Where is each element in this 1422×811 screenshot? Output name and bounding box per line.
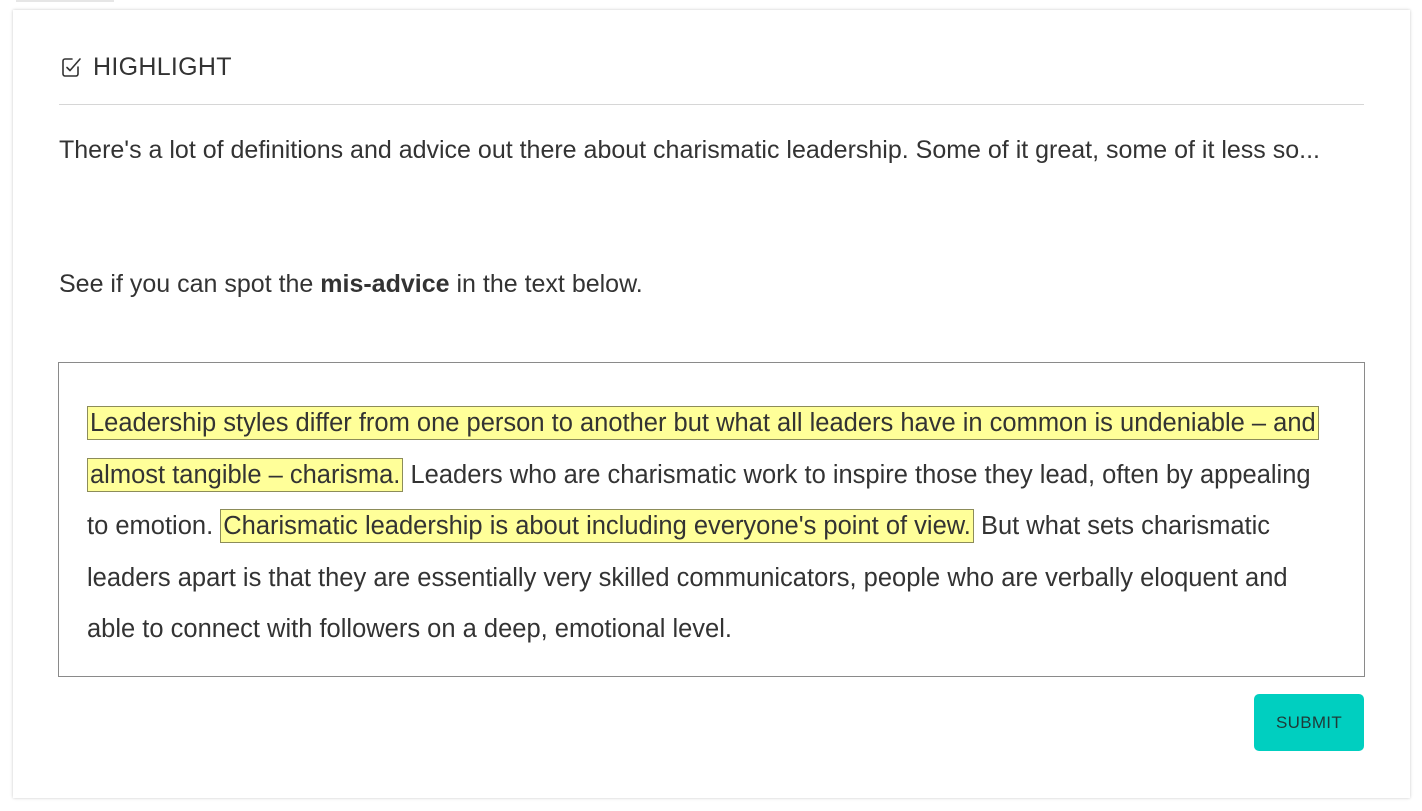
card-header: HIGHLIGHT xyxy=(59,50,232,84)
top-tab-indicator xyxy=(16,0,114,2)
highlight-text-box: Leadership styles differ from one person… xyxy=(58,362,1365,677)
submit-button[interactable]: SUBMIT xyxy=(1254,694,1364,751)
instruction-bold: mis-advice xyxy=(320,270,450,298)
checkbox-edit-icon xyxy=(59,55,83,79)
passage-segment-highlighted[interactable]: Charismatic leadership is about includin… xyxy=(220,509,974,543)
highlight-card: HIGHLIGHT There's a lot of definitions a… xyxy=(13,10,1410,798)
header-divider xyxy=(59,104,1364,105)
intro-text: There's a lot of definitions and advice … xyxy=(59,136,1320,164)
instruction-before: See if you can spot the xyxy=(59,270,321,298)
instruction-text: See if you can spot the mis-advice in th… xyxy=(59,264,1359,304)
instruction-after: in the text below. xyxy=(449,270,643,298)
passage: Leadership styles differ from one person… xyxy=(87,398,1336,656)
page-title: HIGHLIGHT xyxy=(93,52,232,81)
